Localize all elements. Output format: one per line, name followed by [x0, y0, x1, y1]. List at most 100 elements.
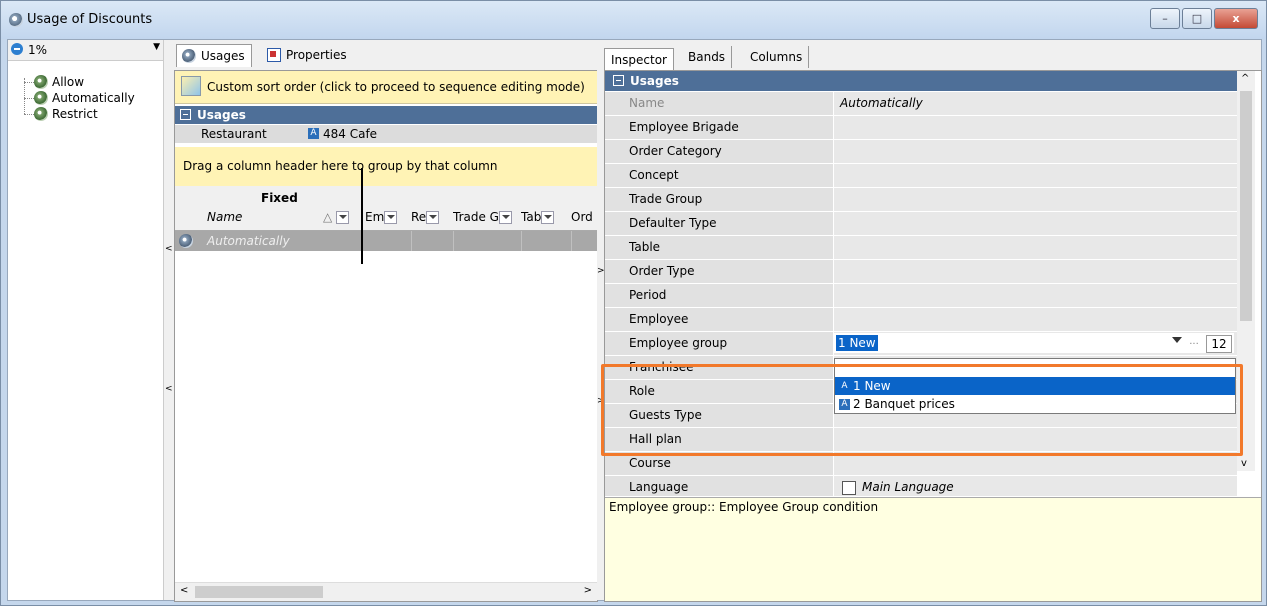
dropdown-option-1[interactable]: A1 New — [835, 377, 1235, 395]
property-row-defaulter-type[interactable]: Defaulter Type — [605, 212, 1237, 237]
custom-sort-bar[interactable]: Custom sort order (click to proceed to s… — [175, 71, 597, 104]
collapse-left-icon[interactable]: < — [165, 244, 173, 254]
filter-dropdown-icon[interactable] — [426, 211, 440, 224]
column-label: Ord — [571, 210, 593, 224]
language-checkbox[interactable] — [842, 481, 856, 495]
filter-dropdown-icon[interactable] — [384, 211, 398, 224]
property-row-employee-brigade[interactable]: Employee Brigade — [605, 116, 1237, 141]
node-gear-icon — [34, 75, 48, 89]
collapse-icon[interactable] — [180, 109, 191, 120]
row-name: Automatically — [207, 234, 290, 248]
property-label: Defaulter Type — [629, 216, 717, 230]
property-row-order-type[interactable]: Order Type — [605, 260, 1237, 285]
column-label: Em — [365, 210, 385, 224]
property-label: Employee Brigade — [629, 120, 739, 134]
property-row-order-category[interactable]: Order Category — [605, 140, 1237, 165]
dropdown-arrow-icon[interactable] — [1172, 337, 1182, 343]
tab-bands[interactable]: Bands — [682, 46, 733, 68]
scroll-left-icon[interactable]: < — [180, 585, 188, 596]
tree-item-restrict[interactable]: Restrict — [24, 106, 135, 122]
maximize-button[interactable]: □ — [1182, 8, 1212, 29]
option-label: 2 Banquet prices — [853, 397, 955, 411]
property-row-employee[interactable]: Employee — [605, 308, 1237, 333]
inspector-section-header[interactable]: Usages — [605, 71, 1237, 91]
left-splitter[interactable]: < < — [163, 40, 173, 600]
column-employee[interactable]: Em — [365, 210, 409, 224]
scroll-thumb[interactable] — [1240, 91, 1252, 321]
tree-item-automatically[interactable]: Automatically — [24, 90, 135, 106]
property-label: Employee — [629, 312, 689, 326]
property-description: Employee group:: Employee Group conditio… — [609, 500, 879, 514]
usage-tree: Allow Automatically Restrict — [24, 74, 135, 122]
discount-combo[interactable]: 1% ▼ — [8, 40, 163, 61]
property-row-period[interactable]: Period — [605, 284, 1237, 309]
property-label: Employee group — [629, 336, 728, 350]
property-row-name[interactable]: Name Automatically — [605, 92, 1237, 117]
scroll-right-icon[interactable]: > — [584, 585, 592, 596]
filter-dropdown-icon[interactable] — [541, 211, 555, 224]
fixed-divider[interactable] — [361, 168, 363, 264]
item-count-badge: 12 — [1206, 335, 1232, 353]
scroll-up-icon[interactable]: ^ — [1241, 73, 1249, 84]
column-restaurant[interactable]: Re — [411, 210, 451, 224]
inspector-scrollbar[interactable]: ^ v — [1237, 71, 1255, 471]
cell-divider — [453, 231, 454, 251]
ellipsis-button[interactable]: ... — [1186, 335, 1202, 351]
property-label: Guests Type — [629, 408, 702, 422]
chevron-down-icon[interactable]: ▼ — [153, 42, 160, 52]
filter-dropdown-icon[interactable] — [498, 211, 512, 224]
group-hint: Drag a column header here to group by th… — [183, 159, 498, 173]
cell-divider — [571, 231, 572, 251]
property-label: Name — [629, 96, 665, 110]
column-label: Tab — [521, 210, 542, 224]
dropdown-option-2[interactable]: A2 Banquet prices — [835, 395, 1235, 413]
restaurant-row[interactable]: Restaurant A 484 Cafe — [175, 125, 597, 143]
restaurant-value: 484 Cafe — [323, 127, 378, 141]
discount-combo-value: 1% — [28, 43, 48, 57]
employee-group-input[interactable]: 1 New — [836, 335, 878, 351]
restaurant-type-icon: A — [308, 128, 319, 139]
column-order[interactable]: Ord — [571, 210, 595, 224]
close-button[interactable]: x — [1214, 8, 1258, 29]
tab-inspector[interactable]: Inspector — [604, 48, 674, 72]
tree-item-label: Allow — [52, 75, 85, 89]
tab-columns[interactable]: Columns — [744, 46, 810, 68]
property-label: Language — [629, 480, 689, 494]
tab-properties[interactable]: Properties — [262, 44, 353, 66]
group-by-area[interactable]: Drag a column header here to group by th… — [175, 147, 597, 186]
inspector-panel: Usages Name Automatically Employee Brigad… — [604, 70, 1262, 602]
window-controls: – □ x — [1148, 8, 1258, 29]
usages-grid-panel: Custom sort order (click to proceed to s… — [174, 70, 598, 602]
property-row-employee-group[interactable]: Employee group 1 New ... 12 — [605, 332, 1237, 357]
property-label: Table — [629, 240, 661, 254]
collapse-left-icon[interactable]: < — [165, 384, 173, 394]
property-row-language[interactable]: Language Main Language — [605, 476, 1237, 497]
tree-item-allow[interactable]: Allow — [24, 74, 135, 90]
minimize-button[interactable]: – — [1150, 8, 1180, 29]
usages-band-header[interactable]: Usages — [175, 106, 597, 124]
collapse-icon[interactable] — [613, 75, 624, 86]
property-row-table[interactable]: Table — [605, 236, 1237, 261]
column-table[interactable]: Tab — [521, 210, 569, 224]
property-row-concept[interactable]: Concept — [605, 164, 1237, 189]
tab-usages[interactable]: Usages — [176, 44, 252, 67]
horizontal-scrollbar[interactable]: < > — [175, 582, 597, 601]
filter-dropdown-icon[interactable] — [336, 211, 350, 224]
employee-group-editor[interactable]: 1 New ... 12 — [834, 333, 1234, 353]
property-row-trade-group[interactable]: Trade Group — [605, 188, 1237, 213]
name-sort-filter[interactable]: △ — [323, 210, 350, 224]
window-title: Usage of Discounts — [27, 12, 153, 27]
tab-label: Properties — [286, 48, 347, 62]
column-trade-group[interactable]: Trade G — [453, 210, 519, 224]
table-row[interactable]: Automatically — [175, 231, 597, 251]
property-row-course[interactable]: Course — [605, 452, 1237, 477]
property-row-hall-plan[interactable]: Hall plan — [605, 428, 1237, 453]
grid-header: Fixed Name △ Em Re Trade G Tab Ord — [175, 186, 597, 231]
column-name[interactable]: Name — [207, 210, 242, 224]
title-bar[interactable]: Usage of Discounts – □ x — [1, 1, 1266, 39]
sort-order-icon — [181, 76, 201, 96]
column-label: Trade G — [453, 210, 499, 224]
scroll-down-icon[interactable]: v — [1241, 458, 1247, 469]
property-label: Hall plan — [629, 432, 682, 446]
scroll-thumb[interactable] — [195, 586, 323, 598]
